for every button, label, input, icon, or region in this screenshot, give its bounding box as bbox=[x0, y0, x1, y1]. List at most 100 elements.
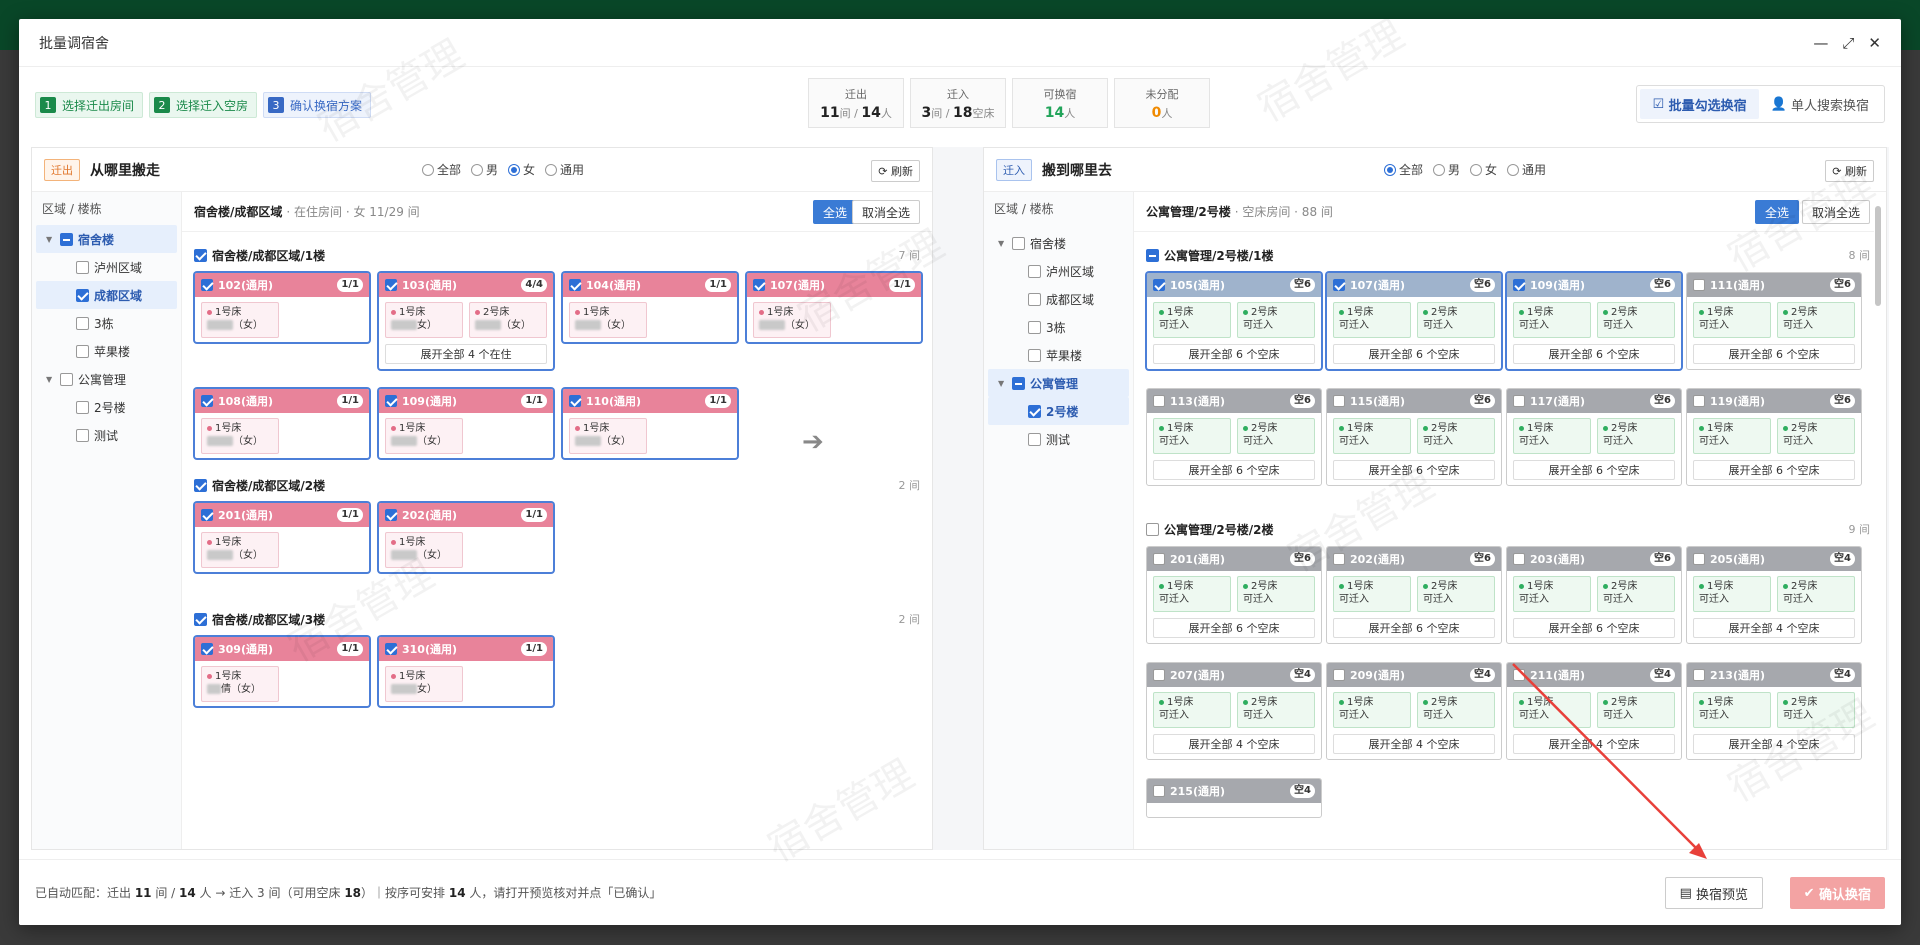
room-card[interactable]: 310(通用) 1/1 1号床 女） bbox=[378, 636, 554, 707]
room-checkbox[interactable] bbox=[201, 643, 213, 655]
tree-node-3[interactable]: 3栋 bbox=[988, 313, 1129, 341]
expand-button[interactable]: 展开全部 6 个空床 bbox=[1513, 460, 1675, 480]
tree-node-chengdu[interactable]: 成都区域 bbox=[36, 281, 177, 309]
room-card[interactable]: 115(通用) 空6 1号床 可迁入 2号床 可迁入 展开全部 6 个空床 bbox=[1326, 388, 1502, 486]
tree-checkbox[interactable] bbox=[76, 316, 89, 330]
bed-card[interactable]: 1号床 （女） bbox=[753, 302, 831, 338]
tree-node-dorm[interactable]: ▼ 宿舍楼 bbox=[988, 229, 1129, 257]
bed-card[interactable]: 2号床 可迁入 bbox=[1777, 692, 1855, 728]
tree-checkbox[interactable] bbox=[1028, 264, 1041, 278]
bed-card[interactable]: 1号床 女） bbox=[385, 666, 463, 702]
bed-card[interactable]: 2号床 可迁入 bbox=[1417, 302, 1495, 338]
expand-button[interactable]: 展开全部 6 个空床 bbox=[1153, 618, 1315, 638]
bed-card[interactable]: 1号床 可迁入 bbox=[1333, 418, 1411, 454]
caret-down-icon[interactable]: ▼ bbox=[46, 375, 60, 384]
bed-card[interactable]: 2号床 可迁入 bbox=[1417, 692, 1495, 728]
room-card[interactable]: 215(通用) 空4 bbox=[1146, 778, 1322, 818]
bed-card[interactable]: 2号床 可迁入 bbox=[1597, 302, 1675, 338]
tree-node-test[interactable]: 测试 bbox=[988, 425, 1129, 453]
room-checkbox[interactable] bbox=[385, 395, 397, 407]
radio-female[interactable]: 女 bbox=[508, 161, 535, 178]
room-card[interactable]: 202(通用) 空6 1号床 可迁入 2号床 可迁入 展开全部 6 个空床 bbox=[1326, 546, 1502, 644]
expand-button[interactable]: 展开全部 4 个空床 bbox=[1333, 734, 1495, 754]
room-card[interactable]: 309(通用) 1/1 1号床 倩（女） bbox=[194, 636, 370, 707]
tree-node-luzhou[interactable]: 泸州区域 bbox=[988, 257, 1129, 285]
bed-card[interactable]: 1号床 可迁入 bbox=[1153, 418, 1231, 454]
floor-checkbox[interactable] bbox=[194, 478, 207, 492]
bed-card[interactable]: 1号床 倩（女） bbox=[201, 666, 279, 702]
room-checkbox[interactable] bbox=[201, 509, 213, 521]
room-card[interactable]: 109(通用) 1/1 1号床 （女） bbox=[378, 388, 554, 459]
room-card[interactable]: 107(通用) 1/1 1号床 （女） bbox=[746, 272, 922, 343]
tree-node-dorm[interactable]: ▼ 宿舍楼 bbox=[36, 225, 177, 253]
expand-button[interactable]: 展开全部 4 个空床 bbox=[1693, 734, 1855, 754]
select-all-button[interactable]: 全选 bbox=[812, 200, 857, 224]
bed-card[interactable]: 1号床 可迁入 bbox=[1333, 576, 1411, 612]
room-card[interactable]: 108(通用) 1/1 1号床 （女） bbox=[194, 388, 370, 459]
tree-node-building2[interactable]: 2号楼 bbox=[988, 397, 1129, 425]
select-all-button[interactable]: 全选 bbox=[1754, 200, 1799, 224]
bed-card[interactable]: 2号床 可迁入 bbox=[1417, 576, 1495, 612]
room-checkbox[interactable] bbox=[1693, 553, 1705, 565]
tree-checkbox[interactable] bbox=[76, 428, 89, 442]
cancel-all-button[interactable]: 取消全选 bbox=[1801, 200, 1870, 224]
bed-card[interactable]: 1号床 （女） bbox=[385, 532, 463, 568]
room-checkbox[interactable] bbox=[1153, 395, 1165, 407]
bed-card[interactable]: 1号床 （女） bbox=[385, 418, 463, 454]
bed-card[interactable]: 1号床 （女） bbox=[201, 532, 279, 568]
room-card[interactable]: 201(通用) 空6 1号床 可迁入 2号床 可迁入 展开全部 6 个空床 bbox=[1146, 546, 1322, 644]
room-checkbox[interactable] bbox=[1513, 553, 1525, 565]
bed-card[interactable]: 2号床 可迁入 bbox=[1237, 692, 1315, 728]
room-checkbox[interactable] bbox=[1333, 669, 1345, 681]
room-checkbox[interactable] bbox=[1153, 553, 1165, 565]
radio-female[interactable]: 女 bbox=[1470, 161, 1497, 178]
expand-button[interactable]: 展开全部 4 个空床 bbox=[1693, 618, 1855, 638]
bed-card[interactable]: 1号床 可迁入 bbox=[1333, 302, 1411, 338]
room-card[interactable]: 207(通用) 空4 1号床 可迁入 2号床 可迁入 展开全部 4 个空床 bbox=[1146, 662, 1322, 760]
room-card[interactable]: 110(通用) 1/1 1号床 （女） bbox=[562, 388, 738, 459]
bed-card[interactable]: 2号床 可迁入 bbox=[1237, 302, 1315, 338]
room-card[interactable]: 104(通用) 1/1 1号床 （女） bbox=[562, 272, 738, 343]
refresh-button[interactable]: ⟳ 刷新 bbox=[871, 160, 920, 182]
batch-mode-button[interactable]: ☑ 批量勾选换宿 bbox=[1640, 89, 1759, 119]
tree-checkbox[interactable] bbox=[1028, 432, 1041, 446]
room-checkbox[interactable] bbox=[1513, 395, 1525, 407]
tree-node-apartment[interactable]: ▼ 公寓管理 bbox=[36, 365, 177, 393]
room-card[interactable]: 202(通用) 1/1 1号床 （女） bbox=[378, 502, 554, 573]
bed-card[interactable]: 2号床 可迁入 bbox=[1777, 418, 1855, 454]
expand-button[interactable]: 展开全部 6 个空床 bbox=[1153, 460, 1315, 480]
bed-card[interactable]: 2号床 可迁入 bbox=[1237, 576, 1315, 612]
scrollbar[interactable] bbox=[1874, 192, 1882, 832]
room-checkbox[interactable] bbox=[753, 279, 765, 291]
expand-button[interactable]: 展开全部 6 个空床 bbox=[1693, 460, 1855, 480]
minimize-icon[interactable]: — bbox=[1813, 34, 1828, 52]
preview-button[interactable]: ▤ 换宿预览 bbox=[1664, 877, 1763, 909]
bed-card[interactable]: 2号床 可迁入 bbox=[1237, 418, 1315, 454]
room-checkbox[interactable] bbox=[1693, 669, 1705, 681]
expand-button[interactable]: 展开全部 4 个空床 bbox=[1153, 734, 1315, 754]
bed-card[interactable]: 2号床 可迁入 bbox=[1777, 302, 1855, 338]
step-1[interactable]: 1 选择迁出房间 bbox=[35, 92, 144, 118]
room-card[interactable]: 105(通用) 空6 1号床 可迁入 2号床 可迁入 展开全部 6 个空床 bbox=[1146, 272, 1322, 370]
radio-all[interactable]: 全部 bbox=[1384, 161, 1423, 178]
room-card[interactable]: 209(通用) 空4 1号床 可迁入 2号床 可迁入 展开全部 4 个空床 bbox=[1326, 662, 1502, 760]
expand-button[interactable]: 展开全部 6 个空床 bbox=[1513, 344, 1675, 364]
tree-checkbox[interactable] bbox=[76, 260, 89, 274]
bed-card[interactable]: 2号床 可迁入 bbox=[1597, 576, 1675, 612]
expand-button[interactable]: 展开全部 6 个空床 bbox=[1153, 344, 1315, 364]
bed-card[interactable]: 1号床 可迁入 bbox=[1693, 418, 1771, 454]
tree-node-apple[interactable]: 苹果楼 bbox=[988, 341, 1129, 369]
room-checkbox[interactable] bbox=[1333, 395, 1345, 407]
bed-card[interactable]: 1号床 女） bbox=[385, 302, 463, 338]
floor-checkbox[interactable] bbox=[194, 612, 207, 626]
room-card[interactable]: 117(通用) 空6 1号床 可迁入 2号床 可迁入 展开全部 6 个空床 bbox=[1506, 388, 1682, 486]
tree-checkbox[interactable] bbox=[60, 232, 73, 246]
caret-down-icon[interactable]: ▼ bbox=[998, 239, 1012, 248]
bed-card[interactable]: 1号床 可迁入 bbox=[1153, 692, 1231, 728]
bed-card[interactable]: 2号床 可迁入 bbox=[1597, 418, 1675, 454]
room-card[interactable]: 103(通用) 4/4 1号床 女） 2号床 （女） 展开全部 4 个在住 bbox=[378, 272, 554, 370]
bed-card[interactable]: 1号床 （女） bbox=[201, 302, 279, 338]
bed-card[interactable]: 2号床 可迁入 bbox=[1597, 692, 1675, 728]
radio-common[interactable]: 通用 bbox=[1507, 161, 1546, 178]
bed-card[interactable]: 1号床 （女） bbox=[569, 302, 647, 338]
